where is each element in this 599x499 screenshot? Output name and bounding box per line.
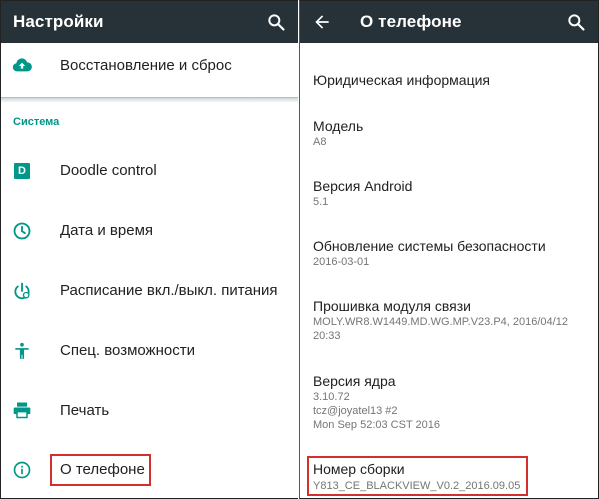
about-item-value: A8 (313, 136, 327, 148)
settings-app-bar: Настройки (1, 1, 298, 43)
highlight-box (50, 454, 151, 486)
settings-item-label: Восстановление и сброс (60, 57, 232, 74)
about-item-title: Версия Android (313, 178, 413, 194)
settings-item-label: Расписание вкл./выкл. питания (60, 282, 278, 299)
search-icon[interactable] (566, 12, 586, 32)
settings-item-label: Дата и время (60, 222, 154, 239)
about-item-title: Юридическая информация (313, 72, 490, 88)
about-item-value-line: tcz@joyatel13 #2 (313, 405, 398, 417)
about-item-title: Обновление системы безопасности (313, 238, 546, 254)
highlight-box (307, 456, 528, 496)
doodle-icon: D (11, 160, 33, 182)
settings-item-label: Спец. возможности (60, 342, 195, 359)
section-divider (1, 97, 298, 103)
back-arrow-icon[interactable] (312, 12, 332, 32)
accessibility-icon (11, 340, 33, 362)
section-header-system: Система (13, 116, 60, 128)
settings-item-label: Печать (60, 402, 110, 419)
about-item-value-line: 3.10.72 (313, 391, 350, 403)
settings-panel: Настройки Восстановление и сброс Система… (0, 0, 298, 499)
about-phone-app-bar: О телефоне (300, 1, 598, 43)
about-item-title: Версия ядра (313, 373, 396, 389)
about-item-value-line: 20:33 (313, 330, 341, 342)
about-phone-panel: О телефоне Юридическая информация Модель… (299, 0, 599, 499)
search-icon[interactable] (266, 12, 286, 32)
cloud-upload-icon (11, 54, 33, 76)
info-icon (11, 459, 33, 481)
about-item-value: 2016-03-01 (313, 256, 370, 268)
about-item-value-line: MOLY.WR8.W1449.MD.WG.MP.V23.P4, 2016/04/… (313, 316, 568, 328)
page-title: О телефоне (360, 12, 462, 31)
about-item-value: 5.1 (313, 196, 329, 208)
power-schedule-icon (11, 280, 33, 302)
print-icon (11, 399, 33, 421)
about-item-value-line: Mon Sep 52:03 CST 2016 (313, 419, 440, 431)
about-item-title: Прошивка модуля связи (313, 298, 471, 314)
clock-icon (11, 220, 33, 242)
page-title: Настройки (13, 12, 104, 31)
about-item-title: Модель (313, 118, 364, 134)
settings-item-label: Doodle control (60, 162, 157, 179)
